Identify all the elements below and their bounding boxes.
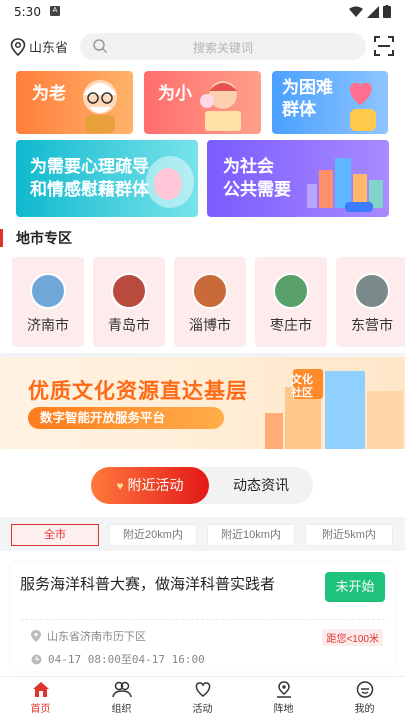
city-name: 青岛市 — [108, 317, 150, 333]
filter-10km[interactable]: 附近10km内 — [207, 524, 295, 546]
card-elderly-label: 为老 — [32, 84, 66, 103]
tab-organization[interactable]: 组织 — [81, 677, 162, 720]
tab-label: 首页 — [30, 704, 51, 715]
card-psych-label-2: 和情感慰藉群体 — [30, 180, 149, 199]
promo-banner[interactable]: 优质文化资源直达基层 数字智能开放服务平台 文化 社区 — [0, 357, 405, 449]
city-name: 济南市 — [27, 317, 69, 333]
activity-title: 服务海洋科普大赛，做海洋科普实践者 — [20, 576, 276, 593]
card-psychological[interactable]: 为需要心理疏导 和情感慰藉群体 — [16, 140, 198, 217]
hands-illustration-icon — [146, 156, 194, 208]
heart-hand-icon — [350, 82, 376, 131]
map-pin-icon — [276, 681, 291, 698]
city-item-dongying[interactable]: 东营市 — [336, 257, 405, 347]
banner-headline: 优质文化资源直达基层 — [28, 380, 248, 403]
tab-nearby-activities[interactable]: ♥ 附近活动 — [91, 467, 209, 504]
system-icons — [349, 5, 391, 18]
elderly-illustration-icon — [83, 80, 117, 133]
bottom-tab-bar: 首页 组织 活动 阵地 我的 — [0, 676, 405, 720]
tab-news[interactable]: 动态资讯 — [209, 467, 313, 504]
notification-icon: A — [50, 6, 60, 16]
service-cards: 为老 为小 为困难 群体 为需要心理疏导 和情感慰藉群体 为社会 公共需要 — [0, 68, 405, 223]
battery-icon — [383, 5, 391, 18]
clock: 5:30 — [14, 5, 41, 19]
tab-activities[interactable]: 活动 — [162, 677, 243, 720]
card-public-label-2: 公共需要 — [223, 180, 291, 199]
city-name: 淄博市 — [189, 317, 231, 333]
location-label: 山东省 — [29, 40, 69, 55]
status-bar: 5:30 A — [0, 0, 405, 26]
card-needy[interactable]: 为困难 群体 — [272, 71, 388, 134]
clock-icon — [31, 654, 42, 664]
divider — [20, 619, 385, 620]
banner-subline: 数字智能开放服务平台 — [28, 407, 224, 429]
status-badge: 未开始 — [325, 572, 385, 602]
activity-tabs: ♥ 附近活动 动态资讯 — [91, 467, 313, 504]
city-avatar — [30, 273, 66, 309]
city-item-zibo[interactable]: 淄博市 — [174, 257, 246, 347]
group-icon — [111, 681, 132, 698]
building-illustration-icon — [265, 369, 403, 449]
tab-label: 组织 — [111, 704, 132, 715]
location-pin-icon — [31, 630, 41, 642]
city-avatar — [354, 273, 390, 309]
filter-all-city[interactable]: 全市 — [11, 524, 99, 546]
top-bar: 山东省 搜索关键词 — [0, 26, 405, 68]
distance-badge: 距您<100米 — [322, 629, 383, 646]
card-elderly[interactable]: 为老 — [16, 71, 133, 134]
card-children[interactable]: 为小 — [144, 71, 261, 134]
banner-badge-2: 社区 — [291, 387, 313, 399]
city-item-zaozhuang[interactable]: 枣庄市 — [255, 257, 327, 347]
filter-5km[interactable]: 附近5km内 — [305, 524, 393, 546]
filter-20km[interactable]: 附近20km内 — [109, 524, 197, 546]
wifi-icon — [349, 6, 363, 17]
city-item-jinan[interactable]: 济南市 — [12, 257, 84, 347]
scan-icon[interactable] — [373, 35, 395, 57]
address-text: 山东省济南市历下区 — [47, 631, 146, 643]
card-needy-label-1: 为困难 — [282, 78, 333, 97]
time-text: 04-17 08:00至04-17 16:00 — [48, 653, 205, 666]
activity-card[interactable]: 服务海洋科普大赛，做海洋科普实践者 未开始 山东省济南市历下区 距您<100米 … — [11, 563, 394, 671]
signal-icon — [367, 5, 379, 18]
tab-label: 附近活动 — [127, 477, 184, 493]
activity-time: 04-17 08:00至04-17 16:00 — [31, 651, 205, 667]
heart-icon: ♥ — [116, 479, 124, 493]
city-avatar — [273, 273, 309, 309]
card-public-label-1: 为社会 — [223, 157, 274, 176]
city-illustration-icon — [307, 158, 383, 212]
location-selector[interactable]: 山东省 — [10, 37, 68, 56]
tab-label: 我的 — [354, 704, 375, 715]
card-psych-label-1: 为需要心理疏导 — [30, 157, 149, 176]
distance-filters: 全市 附近20km内 附近10km内 附近5km内 — [0, 517, 405, 551]
tab-profile[interactable]: 我的 — [324, 677, 405, 720]
card-public[interactable]: 为社会 公共需要 — [207, 140, 389, 217]
home-icon — [32, 682, 49, 697]
smile-icon — [356, 681, 373, 698]
location-pin-icon — [10, 37, 26, 56]
city-section: 地市专区 济南市 青岛市 淄博市 枣庄市 东营市 — [0, 223, 405, 353]
heart-outline-icon — [195, 682, 210, 697]
card-needy-label-2: 群体 — [282, 100, 316, 119]
search-input[interactable]: 搜索关键词 — [80, 33, 366, 60]
city-name: 东营市 — [351, 317, 393, 333]
city-avatar — [192, 273, 228, 309]
tab-label: 活动 — [192, 704, 213, 715]
activity-address: 山东省济南市历下区 — [31, 628, 146, 644]
tab-home[interactable]: 首页 — [0, 677, 81, 720]
city-avatar — [111, 273, 147, 309]
child-illustration-icon — [200, 81, 241, 131]
city-name: 枣庄市 — [270, 317, 312, 333]
tab-label: 阵地 — [273, 704, 294, 715]
card-children-label: 为小 — [158, 84, 192, 103]
tab-venues[interactable]: 阵地 — [243, 677, 324, 720]
city-item-qingdao[interactable]: 青岛市 — [93, 257, 165, 347]
section-title: 地市专区 — [0, 229, 72, 247]
search-placeholder: 搜索关键词 — [192, 41, 253, 55]
